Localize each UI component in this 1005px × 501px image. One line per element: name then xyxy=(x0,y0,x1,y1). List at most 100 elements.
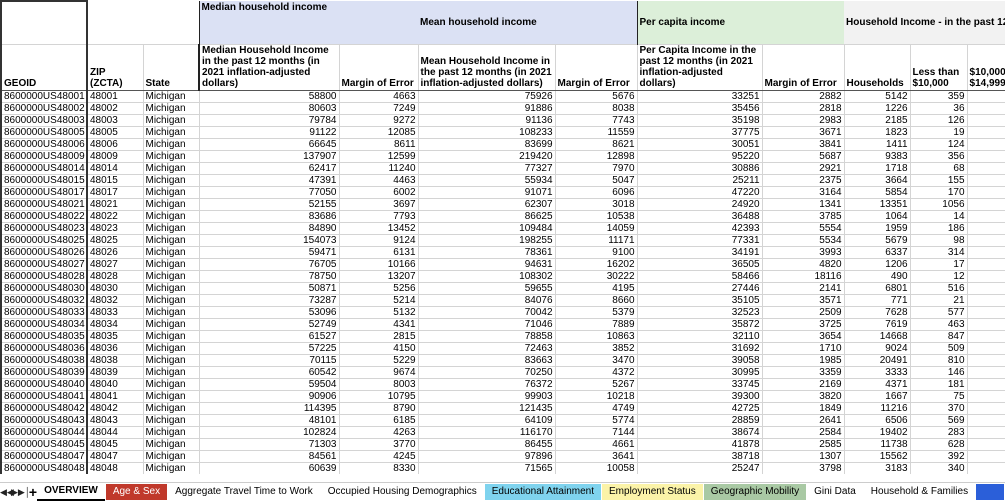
cell-households[interactable]: 7619 xyxy=(843,318,911,331)
header-mean-moe[interactable]: Margin of Error xyxy=(554,44,638,91)
cell-state[interactable]: Michigan xyxy=(142,270,200,283)
cell-households[interactable]: 1667 xyxy=(843,390,911,403)
cell-median-moe[interactable]: 13207 xyxy=(338,270,419,283)
cell-mean-income[interactable]: 121435 xyxy=(417,402,556,415)
cell-per-capita-moe[interactable]: 2141 xyxy=(761,282,845,295)
cell-less-than-10k[interactable]: 14 xyxy=(909,210,968,223)
cell-per-capita-income[interactable]: 41878 xyxy=(636,438,763,451)
cell-per-capita-moe[interactable]: 3841 xyxy=(761,138,845,151)
cell-state[interactable]: Michigan xyxy=(142,390,200,403)
header-per-capita-income[interactable]: Per Capita Income in the past 12 months … xyxy=(636,44,763,91)
cell-median-income[interactable]: 62417 xyxy=(198,162,340,175)
cell-mean-income[interactable]: 64109 xyxy=(417,414,556,427)
cell-per-capita-moe[interactable]: 3164 xyxy=(761,186,845,199)
cell-per-capita-moe[interactable]: 1710 xyxy=(761,342,845,355)
cell-zip[interactable]: 48040 xyxy=(86,378,144,391)
cell-median-income[interactable]: 80603 xyxy=(198,102,340,115)
cell-households[interactable]: 1823 xyxy=(843,126,911,139)
cell-mean-income[interactable]: 86455 xyxy=(417,438,556,451)
cell-mean-moe[interactable]: 5047 xyxy=(554,174,638,187)
cell-geoid[interactable]: 8600000US48036 xyxy=(0,342,88,355)
cell-less-than-10k[interactable]: 509 xyxy=(909,342,968,355)
cell-median-moe[interactable]: 8003 xyxy=(338,378,419,391)
cell-10k-15k[interactable] xyxy=(966,330,1005,343)
cell-households[interactable]: 1206 xyxy=(843,258,911,271)
header-10k-15k[interactable]: $10,000 $14,999 xyxy=(966,44,1005,91)
cell-less-than-10k[interactable]: 569 xyxy=(909,414,968,427)
cell-per-capita-moe[interactable]: 1849 xyxy=(761,402,845,415)
cell-mean-moe[interactable]: 10058 xyxy=(554,462,638,474)
cell-mean-moe[interactable]: 10538 xyxy=(554,210,638,223)
cell-per-capita-income[interactable]: 37775 xyxy=(636,126,763,139)
cell-mean-moe[interactable]: 3852 xyxy=(554,342,638,355)
cell-per-capita-moe[interactable]: 3359 xyxy=(761,366,845,379)
cell-mean-moe[interactable]: 8038 xyxy=(554,102,638,115)
cell-geoid[interactable]: 8600000US48002 xyxy=(0,102,88,115)
cell-median-income[interactable]: 52749 xyxy=(198,318,340,331)
cell-less-than-10k[interactable]: 75 xyxy=(909,390,968,403)
cell-geoid[interactable]: 8600000US48027 xyxy=(0,258,88,271)
cell-mean-income[interactable]: 108302 xyxy=(417,270,556,283)
cell-zip[interactable]: 48036 xyxy=(86,342,144,355)
cell-households[interactable]: 4371 xyxy=(843,378,911,391)
cell-mean-moe[interactable]: 4749 xyxy=(554,402,638,415)
cell-less-than-10k[interactable]: 283 xyxy=(909,426,968,439)
cell-10k-15k[interactable] xyxy=(966,270,1005,283)
cell-10k-15k[interactable] xyxy=(966,222,1005,235)
cell-mean-moe[interactable]: 9100 xyxy=(554,246,638,259)
cell-median-moe[interactable]: 3770 xyxy=(338,438,419,451)
cell-mean-income[interactable]: 86625 xyxy=(417,210,556,223)
cell-per-capita-income[interactable]: 95220 xyxy=(636,150,763,163)
cell-per-capita-income[interactable]: 36488 xyxy=(636,210,763,223)
cell-geoid[interactable]: 8600000US48017 xyxy=(0,186,88,199)
cell-state[interactable]: Michigan xyxy=(142,138,200,151)
cell-median-moe[interactable]: 12599 xyxy=(338,150,419,163)
header-state[interactable]: State xyxy=(142,44,200,91)
cell-per-capita-income[interactable]: 77331 xyxy=(636,234,763,247)
cell-per-capita-moe[interactable]: 2641 xyxy=(761,414,845,427)
cell-less-than-10k[interactable]: 847 xyxy=(909,330,968,343)
cell-per-capita-moe[interactable]: 4820 xyxy=(761,258,845,271)
cell-geoid[interactable]: 8600000US48032 xyxy=(0,294,88,307)
cell-median-moe[interactable]: 4663 xyxy=(338,90,419,103)
cell-mean-moe[interactable]: 30222 xyxy=(554,270,638,283)
cell-10k-15k[interactable] xyxy=(966,126,1005,139)
cell-households[interactable]: 3183 xyxy=(843,462,911,474)
cell-zip[interactable]: 48041 xyxy=(86,390,144,403)
cell-zip[interactable]: 48034 xyxy=(86,318,144,331)
header-mean-income[interactable]: Mean Household Income in the past 12 mon… xyxy=(417,44,556,91)
cell-per-capita-income[interactable]: 31692 xyxy=(636,342,763,355)
cell-per-capita-moe[interactable]: 3785 xyxy=(761,210,845,223)
cell-state[interactable]: Michigan xyxy=(142,114,200,127)
cell-geoid[interactable]: 8600000US48001 xyxy=(0,90,88,103)
cell-state[interactable]: Michigan xyxy=(142,102,200,115)
cell-median-moe[interactable]: 6185 xyxy=(338,414,419,427)
cell-per-capita-income[interactable]: 34191 xyxy=(636,246,763,259)
cell-per-capita-moe[interactable]: 3820 xyxy=(761,390,845,403)
sheet-tab-employment-status[interactable]: Employment Status xyxy=(602,484,703,500)
cell-per-capita-moe[interactable]: 5534 xyxy=(761,234,845,247)
cell-per-capita-income[interactable]: 30051 xyxy=(636,138,763,151)
cell-median-income[interactable]: 76705 xyxy=(198,258,340,271)
cell-mean-income[interactable]: 97896 xyxy=(417,450,556,463)
sheet-tab-household-families[interactable]: Household & Families xyxy=(863,484,976,500)
sheet-tab-gini-data[interactable]: Gini Data xyxy=(807,484,863,500)
cell-geoid[interactable]: 8600000US48041 xyxy=(0,390,88,403)
cell-geoid[interactable]: 8600000US48015 xyxy=(0,174,88,187)
cell-empty[interactable] xyxy=(143,1,199,45)
cell-median-income[interactable]: 137907 xyxy=(198,150,340,163)
cell-median-moe[interactable]: 8611 xyxy=(338,138,419,151)
cell-mean-income[interactable]: 83699 xyxy=(417,138,556,151)
cell-median-moe[interactable]: 7793 xyxy=(338,210,419,223)
cell-10k-15k[interactable] xyxy=(966,462,1005,474)
cell-per-capita-moe[interactable]: 3993 xyxy=(761,246,845,259)
cell-zip[interactable]: 48028 xyxy=(86,270,144,283)
cell-less-than-10k[interactable]: 36 xyxy=(909,102,968,115)
cell-per-capita-moe[interactable]: 1307 xyxy=(761,450,845,463)
cell-households[interactable]: 5142 xyxy=(843,90,911,103)
cell-per-capita-income[interactable]: 38674 xyxy=(636,426,763,439)
cell-mean-moe[interactable]: 4661 xyxy=(554,438,638,451)
cell-state[interactable]: Michigan xyxy=(142,294,200,307)
cell-per-capita-income[interactable]: 36505 xyxy=(636,258,763,271)
cell-per-capita-moe[interactable]: 1341 xyxy=(761,198,845,211)
